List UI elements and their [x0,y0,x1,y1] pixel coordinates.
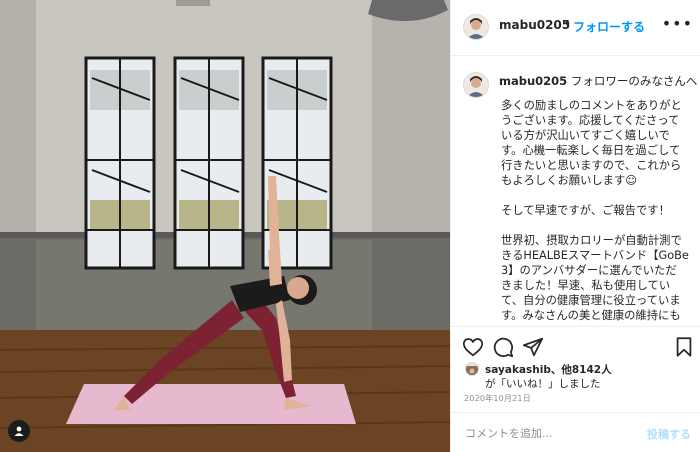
caption-header: mabu0205 フォロワーのみなさんへ [499,73,697,89]
avatar-image [464,15,488,39]
caption-username-link[interactable]: mabu0205 [499,74,567,88]
tagged-users-button[interactable] [8,420,30,442]
liker-username-link[interactable]: sayakashib [485,364,551,376]
yoga-photo-illustration [0,0,450,452]
caption-first-line: フォロワーのみなさんへ [570,74,698,88]
bookmark-icon[interactable] [673,336,695,358]
more-options-icon[interactable]: ••• [662,14,693,33]
post-date[interactable]: 2020年10月21日 [464,393,531,404]
post-sidebar: mabu0205 • フォローする ••• mabu0205 フォロワーのみなさ… [450,0,700,452]
caption-paragraph: そして早速ですが、ご報告です！ [501,204,670,217]
caption-paragraph: 世界初、摂取カロリーが自動計測で きるHEALBEスマートバンド【GoBe 3】… [501,234,689,322]
comment-box: 投稿する [451,412,700,452]
comment-input[interactable] [463,423,637,443]
likes-line: sayakashib、他8142人 [485,362,612,377]
likes-count-link[interactable]: 、他8142人 [551,364,612,376]
heart-outline-icon[interactable] [462,336,484,358]
caption-paragraph: 多くの励ましのコメントをありがと うございます。応援してくださって いる方が沢山… [501,99,682,187]
follow-button[interactable]: フォローする [573,18,645,35]
separator-dot: • [564,17,572,31]
avatar[interactable] [463,14,489,40]
username-link[interactable]: mabu0205 [499,18,570,32]
likes-suffix: が「いいね！」しました [485,378,601,390]
avatar[interactable] [463,72,489,98]
post-photo[interactable] [0,0,450,452]
caption-text: 多くの励ましのコメントをありがと うございます。応援してくださって いる方が沢山… [501,98,693,322]
liker-avatar[interactable] [465,362,479,376]
paper-plane-icon[interactable] [522,336,544,358]
post-comment-button[interactable]: 投稿する [647,426,691,442]
avatar-image [466,366,478,375]
comment-icon[interactable] [492,336,514,358]
post-header: mabu0205 • フォローする ••• [451,0,700,56]
caption-scroll-area[interactable]: mabu0205 フォロワーのみなさんへ 多くの励ましのコメントをありがと うご… [451,56,700,322]
instagram-post-modal: mabu0205 • フォローする ••• mabu0205 フォロワーのみなさ… [0,0,700,452]
avatar-image [464,73,488,97]
likes-summary: sayakashib、他8142人 が「いいね！」しました [465,360,695,394]
user-icon [14,426,24,436]
